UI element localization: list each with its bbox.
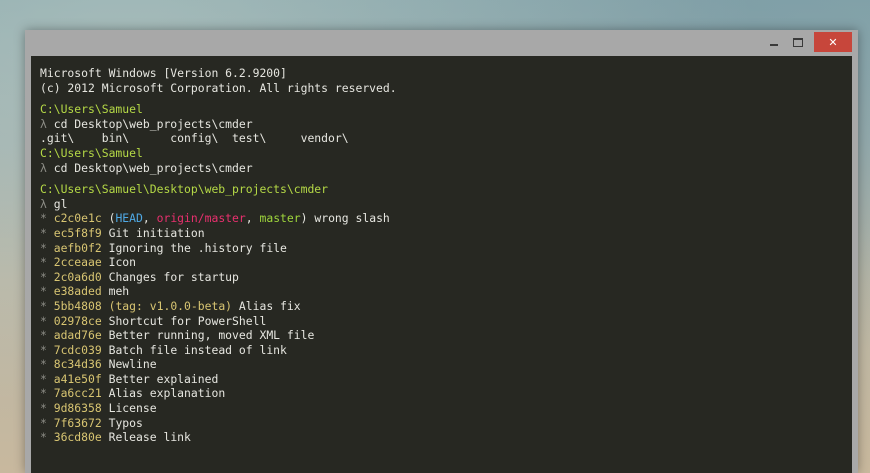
git-log-entry: * ec5f8f9 Git initiation	[40, 226, 852, 241]
commit-message: Better running, moved XML file	[108, 328, 315, 343]
commit-hash: 9d86358	[53, 401, 102, 416]
commit-hash: 7a6cc21	[53, 386, 102, 401]
command-line: λ cd Desktop\web_projects\cmder	[40, 161, 852, 176]
header-line: (c) 2012 Microsoft Corporation. All righ…	[40, 80, 397, 95]
git-log-entry: * 9d86358 License	[40, 401, 852, 416]
ref-origin: origin/master	[156, 211, 246, 226]
command-text: gl	[53, 196, 68, 211]
commit-message: Icon	[108, 255, 137, 270]
commit-hash: a41e50f	[53, 371, 102, 386]
log-bullet: *	[40, 313, 47, 328]
dir-listing: .git\ bin\ config\ test\ vendor\	[40, 131, 349, 146]
lambda-icon: λ	[40, 196, 47, 211]
commit-hash: ec5f8f9	[53, 225, 102, 240]
log-bullet: *	[40, 240, 47, 255]
git-log-entry: * 7cdc039 Batch file instead of link	[40, 343, 852, 358]
ref-branch: master	[259, 211, 301, 226]
command-line: λ gl	[40, 197, 852, 212]
git-log-entry: * 2c0a6d0 Changes for startup	[40, 270, 852, 285]
maximize-button[interactable]	[786, 32, 810, 52]
commit-message: wrong slash	[314, 211, 390, 226]
refs-sep: ,	[245, 211, 260, 226]
commit-hash: 02978ce	[53, 313, 102, 328]
git-log-entry: * 7a6cc21 Alias explanation	[40, 386, 852, 401]
git-log-entry: * a41e50f Better explained	[40, 372, 852, 387]
git-log-entry: * 8c34d36 Newline	[40, 357, 852, 372]
git-log-entry: * 02978ce Shortcut for PowerShell	[40, 314, 852, 329]
log-bullet: *	[40, 401, 47, 416]
log-bullet: *	[40, 211, 47, 226]
log-bullet: *	[40, 269, 47, 284]
minimize-icon	[770, 44, 778, 46]
git-log-entry: * 5bb4808 (tag: v1.0.0-beta) Alias fix	[40, 299, 852, 314]
log-bullet: *	[40, 255, 47, 270]
commit-hash: 5bb4808	[53, 298, 102, 313]
commit-message: Batch file instead of link	[108, 342, 287, 357]
log-bullet: *	[40, 328, 47, 343]
lambda-icon: λ	[40, 160, 47, 175]
commit-message: Changes for startup	[108, 269, 239, 284]
git-log-entry: * 2cceaae Icon	[40, 255, 852, 270]
commit-hash: 7cdc039	[53, 342, 102, 357]
log-bullet: *	[40, 298, 47, 313]
commit-hash: e38aded	[53, 284, 102, 299]
git-log-entry: * 7f63672 Typos	[40, 416, 852, 431]
log-bullet: *	[40, 284, 47, 299]
commit-hash: aefb0f2	[53, 240, 102, 255]
prompt-path: C:\Users\Samuel	[40, 102, 143, 117]
ref-head: HEAD	[115, 211, 143, 226]
log-bullet: *	[40, 371, 47, 386]
command-text: cd Desktop\web_projects\cmder	[53, 160, 253, 175]
prompt-path: C:\Users\Samuel	[40, 145, 143, 160]
log-bullet: *	[40, 357, 47, 372]
refs-paren: )	[300, 211, 308, 226]
git-log-entry: * 36cd80e Release link	[40, 430, 852, 445]
commit-message: Alias fix	[238, 298, 301, 313]
log-bullet: *	[40, 342, 47, 357]
minimize-button[interactable]	[762, 32, 786, 52]
console-output[interactable]: Microsoft Windows [Version 6.2.9200] (c)…	[31, 56, 852, 473]
lambda-icon: λ	[40, 116, 47, 131]
commit-message: License	[108, 401, 157, 416]
commit-hash: adad76e	[53, 328, 102, 343]
title-bar[interactable]: ✕	[25, 30, 858, 56]
maximize-icon	[793, 37, 803, 47]
commit-message: Alias explanation	[108, 386, 226, 401]
commit-hash: 7f63672	[53, 415, 102, 430]
commit-message: Newline	[108, 357, 157, 372]
close-icon: ✕	[828, 35, 838, 49]
header-line: Microsoft Windows [Version 6.2.9200]	[40, 66, 287, 80]
log-bullet: *	[40, 386, 47, 401]
commit-hash: 36cd80e	[53, 430, 102, 445]
commit-message: Better explained	[108, 371, 219, 386]
command-text: cd Desktop\web_projects\cmder	[53, 116, 253, 131]
commit-message: Typos	[108, 415, 143, 430]
commit-message: meh	[108, 284, 130, 299]
commit-message: Git initiation	[108, 225, 205, 240]
commit-hash: 8c34d36	[53, 357, 102, 372]
log-bullet: *	[40, 415, 47, 430]
close-button[interactable]: ✕	[814, 32, 852, 52]
commit-hash: c2c0e1c	[53, 211, 102, 226]
git-log-output: * c2c0e1c (HEAD, origin/master, master) …	[40, 211, 852, 445]
git-log-entry: * c2c0e1c (HEAD, origin/master, master) …	[40, 211, 852, 226]
git-log-entry: * adad76e Better running, moved XML file	[40, 328, 852, 343]
log-bullet: *	[40, 225, 47, 240]
prompt-path: C:\Users\Samuel\Desktop\web_projects\cmd…	[40, 182, 329, 197]
commit-tag: (tag: v1.0.0-beta)	[108, 298, 233, 313]
log-bullet: *	[40, 430, 47, 445]
commit-hash: 2c0a6d0	[53, 269, 102, 284]
git-log-entry: * aefb0f2 Ignoring the .history file	[40, 241, 852, 256]
commit-message: Ignoring the .history file	[108, 240, 287, 255]
command-line: λ cd Desktop\web_projects\cmder	[40, 117, 852, 132]
commit-message: Release link	[108, 430, 191, 445]
refs-sep: ,	[142, 211, 157, 226]
commit-hash: 2cceaae	[53, 255, 102, 270]
git-log-entry: * e38aded meh	[40, 284, 852, 299]
cmder-window: ✕ Microsoft Windows [Version 6.2.9200] (…	[25, 30, 858, 473]
commit-message: Shortcut for PowerShell	[108, 313, 267, 328]
